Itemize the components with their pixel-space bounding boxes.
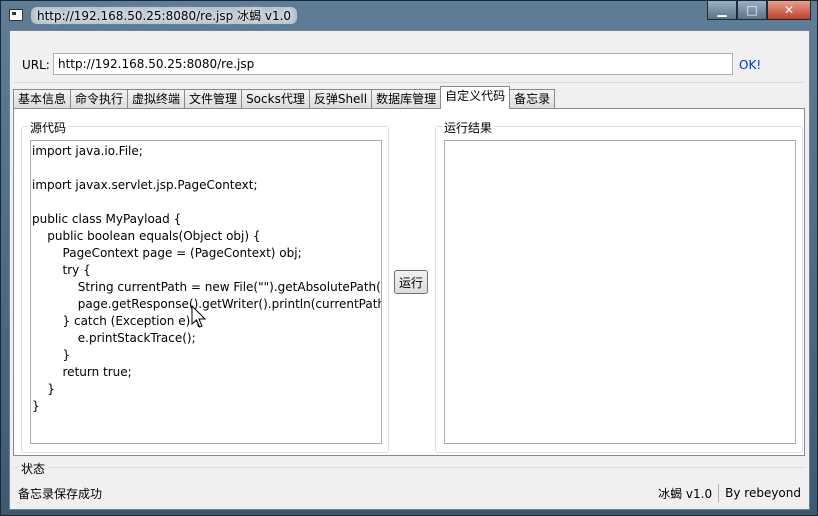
tab-command-exec[interactable]: 命令执行	[70, 89, 129, 109]
minimize-button[interactable]: ▁	[707, 1, 737, 20]
tab-socks-proxy[interactable]: Socks代理	[241, 89, 310, 109]
url-label: URL:	[22, 58, 50, 72]
custom-code-panel: 源代码 import java.io.File; import javax.se…	[13, 108, 805, 456]
client-area: URL: OK! 基本信息 命令执行 虚拟终端 文件管理 Socks代理 反弹S…	[9, 30, 810, 510]
divider	[14, 82, 804, 83]
ok-link[interactable]: OK!	[739, 58, 761, 72]
version-text: 冰蝎 v1.0	[658, 486, 713, 501]
app-icon	[9, 9, 23, 21]
app-window: http://192.168.50.25:8080/re.jsp 冰蝎 v1.0…	[0, 0, 818, 516]
tab-basic-info[interactable]: 基本信息	[13, 89, 72, 109]
source-code-group: 源代码 import java.io.File; import javax.se…	[21, 119, 389, 453]
status-message: 备忘录保存成功	[18, 487, 103, 501]
result-group: 运行结果	[435, 119, 803, 453]
tab-memo[interactable]: 备忘录	[509, 89, 556, 109]
status-info: 冰蝎 v1.0 By rebeyond	[658, 484, 801, 502]
source-code-label: 源代码	[28, 119, 69, 136]
result-label: 运行结果	[442, 119, 495, 136]
close-button[interactable]: ✕	[767, 1, 811, 20]
status-label: 状态	[18, 460, 49, 477]
tab-reverse-shell[interactable]: 反弹Shell	[308, 89, 373, 109]
tab-virtual-terminal[interactable]: 虚拟终端	[127, 89, 186, 109]
tab-database-manager[interactable]: 数据库管理	[371, 89, 442, 109]
status-separator	[718, 484, 720, 502]
status-bar: 状态 备忘录保存成功 冰蝎 v1.0 By rebeyond	[13, 460, 805, 506]
url-input[interactable]	[53, 53, 733, 75]
mouse-cursor-icon	[191, 305, 207, 328]
result-output[interactable]	[444, 140, 796, 444]
window-title: http://192.168.50.25:8080/re.jsp 冰蝎 v1.0	[31, 7, 298, 24]
run-button[interactable]: 运行	[394, 270, 428, 294]
tab-bar: 基本信息 命令执行 虚拟终端 文件管理 Socks代理 反弹Shell 数据库管…	[13, 86, 556, 109]
tab-file-manager[interactable]: 文件管理	[184, 89, 243, 109]
window-controls: ▁ □ ✕	[707, 1, 811, 21]
author-text: By rebeyond	[725, 486, 801, 500]
tab-custom-code[interactable]: 自定义代码	[440, 86, 511, 109]
maximize-button[interactable]: □	[737, 1, 767, 20]
source-code-editor[interactable]: import java.io.File; import javax.servle…	[30, 140, 382, 444]
title-bar[interactable]: http://192.168.50.25:8080/re.jsp 冰蝎 v1.0…	[1, 1, 817, 29]
